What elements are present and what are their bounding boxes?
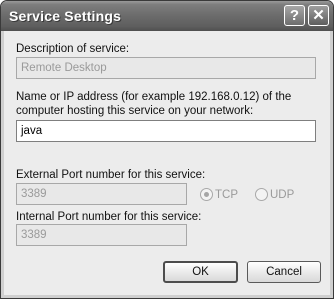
host-input[interactable]: java [16, 120, 316, 142]
internal-port-label: Internal Port number for this service: [16, 211, 202, 223]
host-label-line1: Name or IP address (for example 192.168.… [16, 91, 292, 103]
ok-button[interactable]: OK [163, 261, 238, 283]
external-port-field: 3389 [16, 183, 187, 205]
close-button[interactable]: ✕ [308, 5, 329, 26]
dialog-title: Service Settings [9, 8, 122, 24]
dialog-body: Description of service: Remote Desktop N… [4, 31, 330, 295]
description-field: Remote Desktop [16, 57, 316, 79]
title-bar[interactable]: Service Settings ? ✕ [1, 1, 333, 31]
host-label-line2: computer hosting this service on your ne… [16, 105, 254, 117]
description-label: Description of service: [16, 43, 130, 55]
tcp-label: TCP [215, 189, 238, 201]
close-icon: ✕ [312, 7, 325, 24]
tcp-radio[interactable] [200, 188, 213, 201]
help-icon: ? [289, 7, 300, 24]
udp-radio[interactable] [255, 188, 268, 201]
service-settings-dialog: Service Settings ? ✕ Description of serv… [0, 0, 334, 299]
external-port-label: External Port number for this service: [16, 169, 206, 181]
internal-port-field: 3389 [16, 224, 187, 246]
help-button[interactable]: ? [284, 5, 305, 26]
cancel-button[interactable]: Cancel [247, 261, 321, 283]
udp-label: UDP [270, 189, 295, 201]
